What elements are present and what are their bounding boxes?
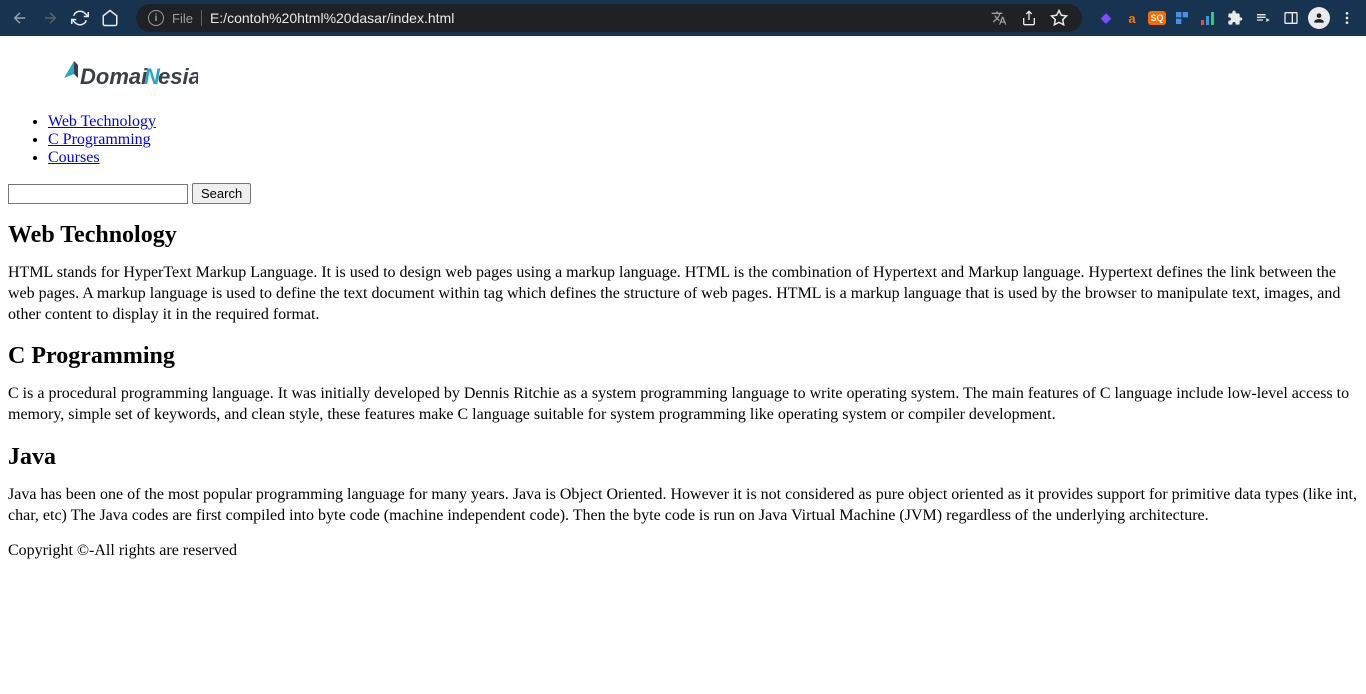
info-icon[interactable]: i bbox=[148, 10, 164, 26]
search-button[interactable]: Search bbox=[192, 183, 251, 204]
paragraph-c-programming: C is a procedural programming language. … bbox=[8, 384, 1358, 426]
nav-link-courses[interactable]: Courses bbox=[48, 149, 100, 166]
sidepanel-icon[interactable] bbox=[1280, 7, 1302, 29]
nav-item-web-technology: Web Technology bbox=[48, 113, 1358, 131]
heading-java: Java bbox=[8, 444, 1358, 471]
nav-list: Web Technology C Programming Courses bbox=[8, 113, 1358, 167]
address-bar[interactable]: i File E:/contoh%20html%20dasar/index.ht… bbox=[136, 4, 1082, 32]
url-scheme-label: File bbox=[172, 11, 193, 26]
svg-text:Domai: Domai bbox=[80, 64, 148, 89]
nav-item-c-programming: C Programming bbox=[48, 131, 1358, 149]
nav-item-courses: Courses bbox=[48, 149, 1358, 167]
extensions-puzzle-icon[interactable] bbox=[1224, 7, 1246, 29]
home-button[interactable] bbox=[98, 6, 122, 30]
extension-icon-sq[interactable]: SQ bbox=[1148, 11, 1166, 25]
search-form: Search bbox=[8, 183, 1358, 204]
page-content: Domai N esia Web Technology C Programmin… bbox=[0, 36, 1366, 583]
extension-icon-1[interactable]: ◆ bbox=[1096, 8, 1116, 28]
address-divider bbox=[201, 10, 202, 26]
heading-web-technology: Web Technology bbox=[8, 222, 1358, 249]
back-button[interactable] bbox=[8, 6, 32, 30]
paragraph-web-technology: HTML stands for HyperText Markup Languag… bbox=[8, 263, 1358, 325]
svg-text:esia: esia bbox=[158, 64, 198, 89]
url-text: E:/contoh%20html%20dasar/index.html bbox=[210, 10, 980, 26]
site-logo: Domai N esia bbox=[58, 56, 1358, 101]
extension-icon-4[interactable] bbox=[1172, 8, 1192, 28]
nav-link-c-programming[interactable]: C Programming bbox=[48, 131, 151, 148]
forward-button[interactable] bbox=[38, 6, 62, 30]
browser-toolbar: i File E:/contoh%20html%20dasar/index.ht… bbox=[0, 0, 1366, 36]
extension-icon-a[interactable]: a bbox=[1122, 8, 1142, 28]
extension-icon-bars[interactable] bbox=[1198, 8, 1218, 28]
bookmark-star-icon[interactable] bbox=[1048, 7, 1070, 29]
footer-text: Copyright ©-All rights are reserved bbox=[8, 541, 1358, 562]
translate-icon[interactable] bbox=[988, 7, 1010, 29]
heading-c-programming: C Programming bbox=[8, 343, 1358, 370]
search-input[interactable] bbox=[8, 184, 188, 204]
paragraph-java: Java has been one of the most popular pr… bbox=[8, 485, 1358, 527]
profile-avatar[interactable] bbox=[1308, 7, 1330, 29]
reload-button[interactable] bbox=[68, 6, 92, 30]
playlist-icon[interactable] bbox=[1252, 7, 1274, 29]
share-icon[interactable] bbox=[1018, 7, 1040, 29]
menu-icon[interactable] bbox=[1336, 7, 1358, 29]
nav-link-web-technology[interactable]: Web Technology bbox=[48, 113, 156, 130]
